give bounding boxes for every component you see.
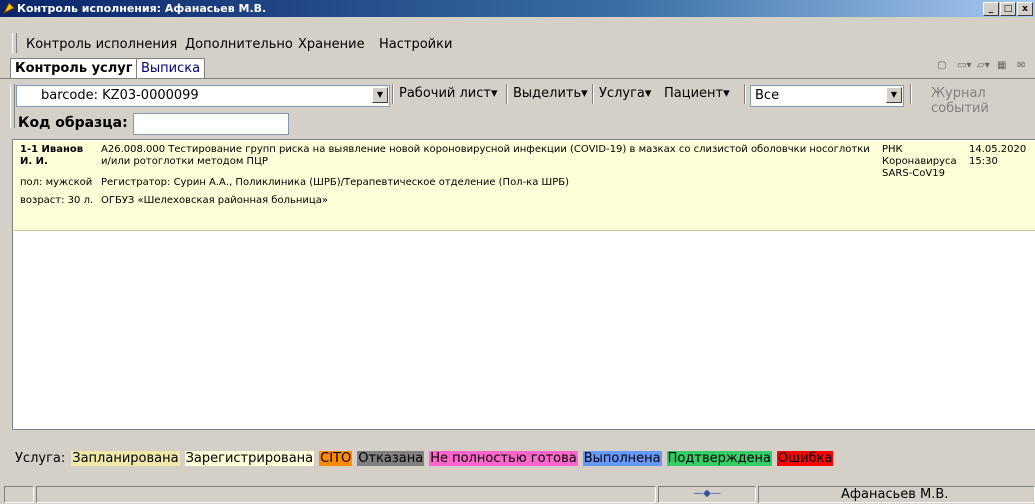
list-item[interactable]: 1-1 Иванов И. И. пол: мужской возраст: 3…	[14, 141, 1035, 231]
tab-strip: Контроль услуг Выписка	[0, 56, 1035, 78]
toolbar-separator	[744, 84, 746, 104]
legend-cito: CITO	[319, 451, 353, 466]
menu-settings[interactable]: Настройки	[379, 37, 452, 52]
legend-label: Услуга:	[15, 451, 66, 466]
toolbar-separator	[910, 84, 912, 104]
legend-refused: Отказана	[357, 451, 425, 466]
minimize-button[interactable]: _	[983, 2, 999, 16]
material-1: РНК	[882, 144, 903, 155]
legend-done: Выполнена	[582, 451, 662, 466]
status-user: Афанасьев М.В.	[758, 486, 1035, 503]
window-title: Контроль исполнения: Афанасьев М.В.	[17, 2, 267, 15]
patient-sex: пол: мужской	[20, 177, 93, 188]
services-list: 1-1 Иванов И. И. пол: мужской возраст: 3…	[12, 139, 1035, 430]
chevron-down-icon[interactable]: ▼	[886, 87, 902, 103]
menu-control[interactable]: Контроль исполнения	[26, 37, 177, 52]
folder-icon[interactable]: ▭▾	[957, 60, 971, 72]
legend-registered: Зарегистрирована	[184, 451, 315, 466]
toolbar-separator	[506, 84, 508, 104]
legend-confirmed: Подтверждена	[666, 451, 773, 466]
service-button[interactable]: Услуга▾	[599, 86, 651, 101]
sample-code-label: Код образца:	[18, 115, 128, 131]
material-2: Коронавируса	[882, 156, 957, 167]
events-log-button[interactable]: Журнал событий	[931, 86, 1035, 116]
filter-combo[interactable]: Все ▼	[750, 85, 904, 107]
barcode-combo[interactable]: barcode: KZ03-0000099 ▼	[16, 85, 390, 107]
worksheet-button[interactable]: Рабочий лист▾	[399, 86, 498, 101]
maximize-button[interactable]: □	[1000, 2, 1016, 16]
legend-planned: Запланирована	[71, 451, 180, 466]
service-text-2: и/или ротоглотки методом ПЦР	[101, 156, 268, 167]
toolbar-separator	[592, 84, 594, 104]
registrar-text: Регистратор: Сурин А.А., Поликлиника (ШР…	[101, 177, 570, 188]
status-bar: —◆— Афанасьев М.В.	[0, 484, 1035, 504]
page-icon[interactable]: ▢	[937, 60, 951, 72]
tab-extract[interactable]: Выписка	[136, 58, 206, 78]
status-cell	[4, 486, 34, 503]
close-button[interactable]: x	[1017, 2, 1033, 16]
patient-age: возраст: 30 л.	[20, 195, 94, 206]
open-icon[interactable]: ▱▾	[977, 60, 991, 72]
sample-code-input[interactable]	[133, 113, 289, 135]
legend-error: Ошибка	[777, 451, 834, 466]
grid-icon[interactable]: ▦	[997, 60, 1011, 72]
record-date: 14.05.2020	[969, 144, 1027, 155]
patient-initials: И. И.	[20, 156, 48, 167]
barcode-value: barcode: KZ03-0000099	[41, 88, 199, 103]
chevron-down-icon[interactable]: ▼	[372, 87, 388, 103]
title-bar: Контроль исполнения: Афанасьев М.В. _ □ …	[0, 0, 1035, 17]
filter-value: Все	[755, 88, 780, 103]
patient-button[interactable]: Пациент▾	[664, 86, 730, 101]
organization-text: ОГБУЗ «Шелеховская районная больница»	[101, 195, 328, 206]
toolbar-separator	[392, 84, 394, 104]
tab-service-control[interactable]: Контроль услуг	[10, 58, 138, 78]
menu-grip[interactable]	[12, 33, 17, 53]
service-text-1: А26.008.000 Тестирование групп риска на …	[101, 144, 870, 155]
tab-toolbar-icons: ▢ ▭▾ ▱▾ ▦ ✉	[937, 60, 1031, 72]
patient-id-name: 1-1 Иванов	[20, 144, 84, 155]
menu-storage[interactable]: Хранение	[298, 37, 365, 52]
select-button[interactable]: Выделить▾	[513, 86, 588, 101]
toolbar-grip[interactable]	[10, 84, 15, 128]
mail-icon[interactable]: ✉	[1017, 60, 1031, 72]
status-cell	[36, 486, 656, 503]
tab-divider	[0, 78, 1035, 79]
status-legend: Услуга: Запланирована Зарегистрирована C…	[14, 451, 834, 466]
legend-partial: Не полностью готова	[429, 451, 578, 466]
record-time: 15:30	[969, 156, 998, 167]
material-3: SARS-CoV19	[882, 168, 945, 179]
app-icon	[3, 2, 15, 14]
menu-additional[interactable]: Дополнительно	[185, 37, 293, 52]
menu-bar: Контроль исполнения Дополнительно Хранен…	[0, 33, 1035, 55]
connection-icon: —◆—	[658, 486, 756, 503]
